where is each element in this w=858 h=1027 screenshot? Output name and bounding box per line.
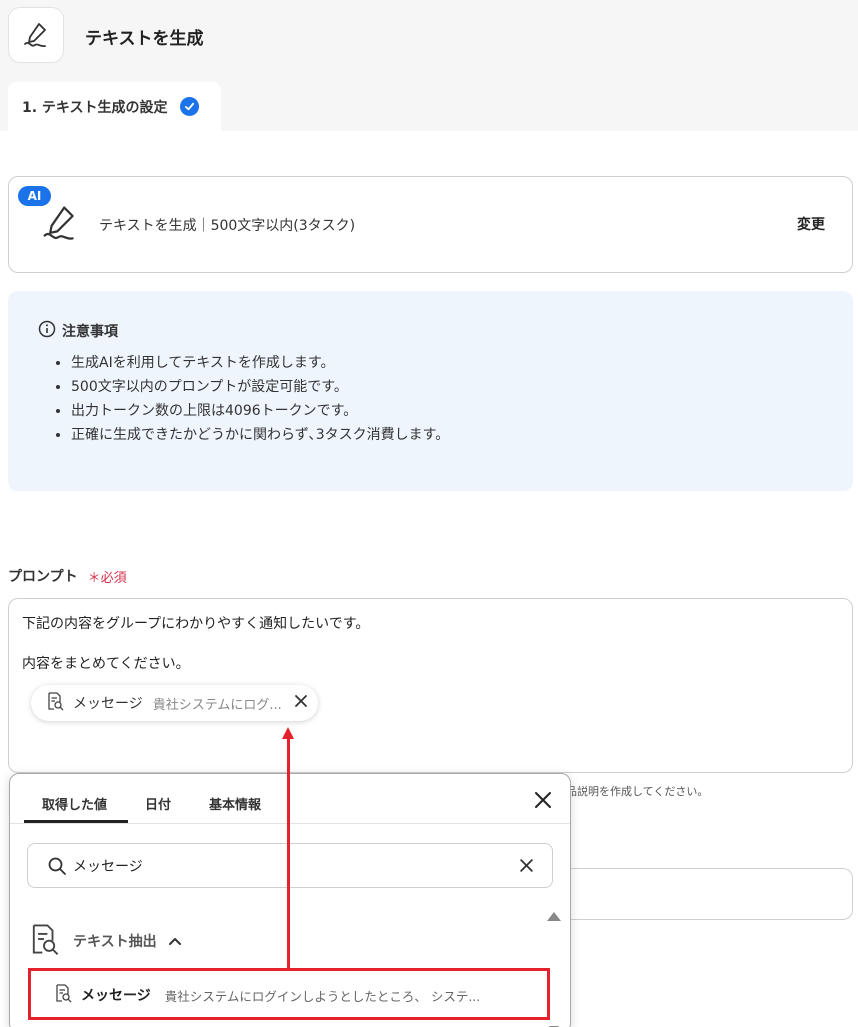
next-field[interactable] [566,868,853,920]
required-badge: ＊必須 [87,570,127,586]
group-header[interactable]: テキスト抽出 [27,922,181,960]
prompt-label-row: プロンプト ＊必須 [8,566,127,586]
scroll-up-arrow[interactable] [547,912,561,921]
prompt-hint: 品説明を作成してください。 [566,785,709,798]
search-input[interactable] [73,852,493,880]
action-description: テキストを生成｜500文字以内(3タスク) [99,218,356,234]
notice-item: 生成AIを利用してテキストを作成します。 [71,351,449,375]
chip-label: メッセージ [73,696,143,712]
notice-box: 注意事項 生成AIを利用してテキストを作成します。 500文字以内のプロンプトが… [8,291,853,491]
notice-title-text: 注意事項 [62,324,118,340]
group-label: テキスト抽出 [73,934,157,950]
top-bar: テキストを生成 1. テキスト生成の設定 [0,0,858,131]
active-tab-indicator [24,820,128,823]
search-field [27,843,553,888]
variable-chip[interactable]: メッセージ 貴社システムにログ... [31,685,318,721]
notice-item: 正確に生成できたかどうかに関わらず､3タスク消費します。 [71,423,449,447]
step-tab-label: 1. テキスト生成の設定 [22,99,168,116]
pen-icon [39,202,81,248]
prompt-textarea[interactable]: 下記の内容をグループにわかりやすく通知したいです。 内容をまとめてください。 メ… [8,598,853,773]
notice-item: 出力トークン数の上限は4096トークンです。 [71,399,449,423]
tab-step-1[interactable]: 1. テキスト生成の設定 [8,82,221,131]
picker-tabs: 取得した値 日付 基本情報 [10,774,570,824]
tab-basic-info[interactable]: 基本情報 [209,794,261,813]
notice-item: 500文字以内のプロンプトが設定可能です。 [71,375,449,399]
prompt-line: 内容をまとめてください。 [22,656,190,672]
page-title: テキストを生成 [85,29,204,49]
search-icon [47,856,67,880]
prompt-label: プロンプト [8,569,78,585]
action-card: AI テキストを生成｜500文字以内(3タスク) 変更 [8,176,853,273]
chip-value: 貴社システムにログ... [152,697,282,713]
notice-title: 注意事項 [38,320,118,342]
prompt-line: 下記の内容をグループにわかりやすく通知したいです。 [22,616,370,632]
clear-icon[interactable] [519,858,534,877]
annotation-highlight-box [28,968,550,1020]
change-button[interactable]: 変更 [797,214,825,234]
check-icon [179,97,199,116]
tab-date[interactable]: 日付 [145,794,171,813]
annotation-arrow-head [282,727,294,739]
notice-list: 生成AIを利用してテキストを作成します。 500文字以内のプロンプトが設定可能で… [53,351,449,447]
document-search-icon [27,922,61,960]
document-search-icon [45,691,65,715]
chevron-up-icon [168,933,181,949]
tab-acquired-values[interactable]: 取得した値 [42,794,107,813]
pen-icon [8,7,64,63]
annotation-arrow-line [287,738,290,968]
close-icon[interactable] [294,694,308,712]
info-icon [38,320,56,342]
close-icon[interactable] [534,791,552,813]
